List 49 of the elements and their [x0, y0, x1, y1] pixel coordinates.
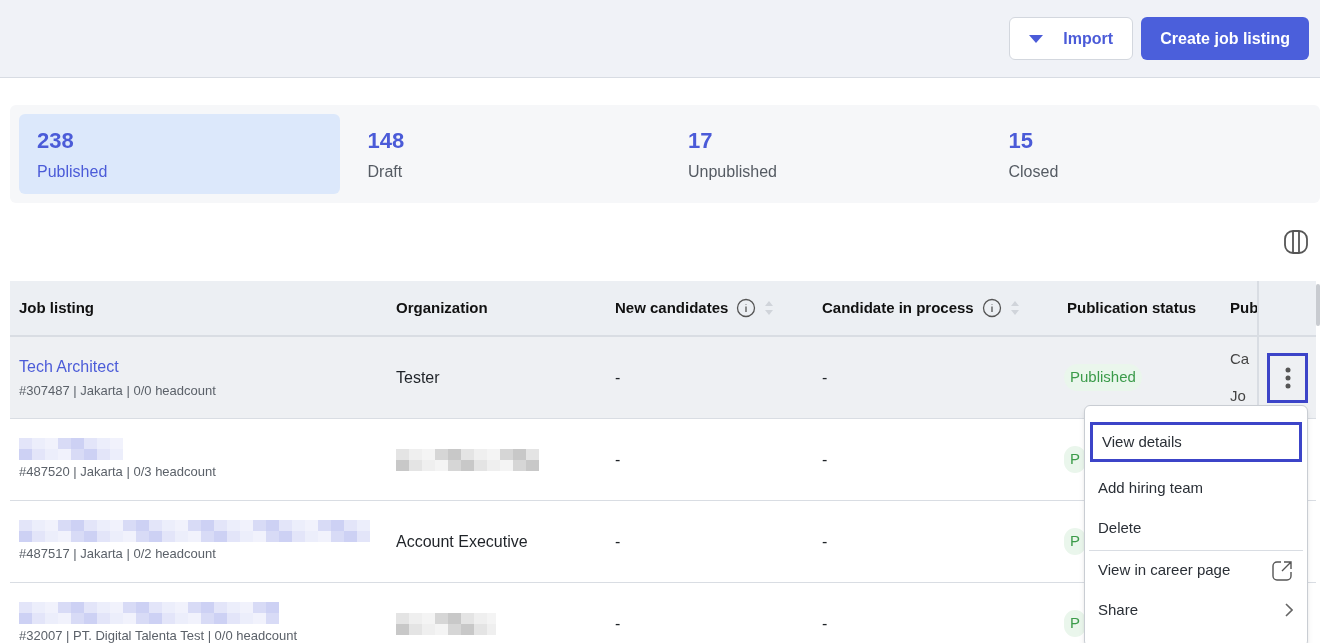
job-meta: #307487 | Jakarta | 0/0 headcount: [19, 381, 216, 400]
table-cell-text: -: [615, 367, 621, 388]
status-badge: P: [1064, 528, 1086, 555]
info-icon: [736, 298, 757, 318]
column-header: Pub: [1230, 297, 1257, 318]
menu-item[interactable]: Delete: [1089, 508, 1303, 548]
chevron-right-icon: [1285, 603, 1293, 617]
caret-icon: [1029, 34, 1044, 43]
table-cell-text: -: [822, 613, 828, 634]
sort-icon[interactable]: [1009, 300, 1020, 316]
more-icon: [1284, 366, 1291, 389]
organization-cell-text: Tester: [396, 367, 440, 388]
organization-cell-text: Account Executive: [396, 531, 528, 552]
more-button[interactable]: [1267, 352, 1308, 403]
table-cell-text: -: [822, 449, 828, 470]
menu-item[interactable]: View in career page: [1089, 550, 1303, 590]
status-badge: P: [1064, 610, 1086, 637]
table-cell-text: -: [822, 531, 828, 552]
job-meta: #487517 | Jakarta | 0/2 headcount: [19, 544, 216, 563]
import-button[interactable]: Import: [1009, 17, 1134, 60]
stat-tab[interactable]: 238 Published: [19, 114, 340, 194]
table-row[interactable]: Tech Architect #307487 | Jakarta | 0/0 headcount Tester - - Published Ca Jo: [10, 337, 1316, 419]
info-icon: [981, 298, 1002, 318]
column-header: Publication status: [1067, 297, 1197, 318]
table-cell-text: -: [615, 531, 621, 552]
table-cell-text: -: [615, 613, 621, 634]
columns-icon[interactable]: [1283, 229, 1309, 255]
table-cell-text: Ca: [1230, 349, 1251, 369]
status-badge: Published: [1064, 364, 1142, 391]
job-meta: #32007 | PT. Digital Talenta Test | 0/0 headcount: [19, 626, 298, 643]
job-title-link[interactable]: Tech Architect: [19, 354, 119, 379]
stat-tab[interactable]: 15 Closed: [990, 114, 1311, 194]
scrollbar[interactable]: [1316, 284, 1320, 326]
create-job-button[interactable]: Create job listing: [1141, 17, 1309, 60]
menu-item[interactable]: View details: [1090, 422, 1302, 462]
table-cell-text: Jo: [1230, 385, 1247, 406]
external-link-icon: [1271, 559, 1293, 582]
status-badge: P: [1064, 446, 1086, 473]
column-header: New candidates: [615, 297, 729, 318]
table-cell-text: -: [822, 367, 828, 388]
table-cell-text: -: [615, 449, 621, 470]
column-header: Candidate in process: [822, 297, 974, 318]
stat-tab[interactable]: 148 Draft: [349, 114, 670, 194]
menu-item[interactable]: Share: [1089, 590, 1303, 630]
stat-tab[interactable]: 17 Unpublished: [670, 114, 991, 194]
job-meta: #487520 | Jakarta | 0/3 headcount: [19, 462, 216, 481]
sort-icon[interactable]: [764, 300, 775, 316]
column-header: Job listing: [19, 297, 94, 318]
column-header: Organization: [396, 297, 488, 318]
